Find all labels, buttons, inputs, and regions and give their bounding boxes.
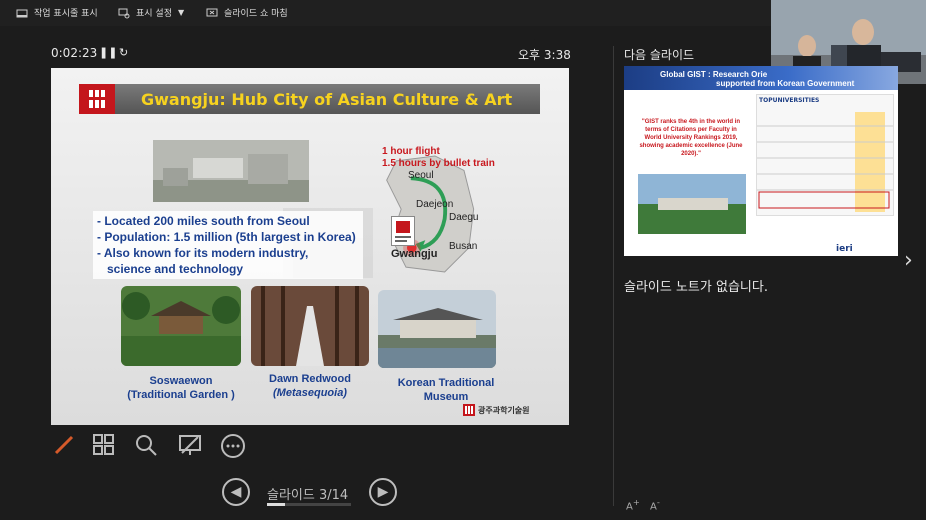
next-slide-campus-photo: [638, 174, 746, 234]
korean-museum-photo: [378, 290, 496, 368]
caption-dawn-redwood: Dawn Redwood (Metasequoia): [251, 372, 369, 400]
current-time: 오후 3:38: [518, 48, 571, 62]
taskbar-icon: [16, 9, 28, 17]
caption-soswaewon: Soswaewon (Traditional Garden ): [121, 374, 241, 402]
map-label-seoul: Seoul: [408, 170, 434, 181]
increase-font-button[interactable]: A+: [626, 497, 640, 512]
map-label-daegu: Daegu: [449, 212, 479, 223]
show-taskbar-label: 작업 표시줄 표시: [34, 9, 98, 19]
restart-timer-icon[interactable]: ↻: [119, 46, 128, 59]
chevron-left-icon: ◀: [230, 484, 242, 500]
pause-timer-icon[interactable]: ❚❚: [99, 46, 117, 59]
chevron-right-icon: ▶: [377, 484, 389, 500]
map-label-daejeon: Daejeon: [416, 199, 454, 210]
next-slide-title-line2: supported from Korean Government: [716, 79, 855, 88]
zoom-icon[interactable]: [134, 433, 160, 459]
current-slide[interactable]: Gwangju: Hub City of Asian Culture & Art…: [51, 68, 569, 425]
show-taskbar-button[interactable]: 작업 표시줄 표시: [16, 6, 98, 19]
map-label-busan: Busan: [449, 241, 478, 252]
pen-tool-icon[interactable]: [52, 433, 78, 459]
more-options-icon[interactable]: [220, 433, 246, 459]
footer-logo-text: 광주과학기술원: [478, 405, 530, 415]
end-slideshow-button[interactable]: 슬라이드 쇼 마침: [206, 6, 288, 19]
caption-soswaewon-desc: (Traditional Garden ): [127, 389, 235, 401]
display-settings-button[interactable]: 표시 설정 ▼: [118, 6, 184, 19]
gist-campus-inset: [391, 216, 415, 246]
caption-museum-name: Korean Traditional Museum: [397, 377, 495, 403]
ieri-logo: ieri: [836, 244, 853, 254]
slide-title: Gwangju: Hub City of Asian Culture & Art: [141, 90, 513, 109]
topuniversities-logo: TOPUNIVERSITIES: [759, 97, 820, 104]
dawn-redwood-photo: [251, 286, 369, 366]
speaker-notes: 슬라이드 노트가 없습니다.: [624, 280, 768, 295]
decrease-font-button[interactable]: A-: [650, 497, 660, 512]
display-settings-label: 표시 설정: [136, 9, 172, 19]
footer-logo: 광주과학기술원: [463, 404, 530, 416]
city-photo: [153, 140, 309, 202]
map-label-gwangju: Gwangju: [391, 248, 438, 260]
next-slide-label: 다음 슬라이드: [624, 48, 695, 62]
next-slide-title: Global GIST : Research Orie supported fr…: [660, 70, 854, 88]
slide-progress-bar: [267, 503, 351, 506]
ranking-table-grid: [757, 112, 893, 212]
footer-logo-icon: [463, 404, 475, 416]
caption-soswaewon-name: Soswaewon: [149, 375, 213, 387]
chevron-down-icon: ▼: [177, 8, 185, 17]
flight-time: 1 hour flight: [382, 146, 440, 157]
bullet-industry: - Also known for its modern industry,: [97, 246, 309, 260]
soswaewon-photo: [121, 286, 241, 366]
train-time: 1.5 hours by bullet train: [382, 158, 495, 169]
next-slide-title-line1: Global GIST : Research Orie: [660, 70, 768, 79]
caption-museum: Korean Traditional Museum: [378, 376, 514, 404]
gist-logo-icon: [79, 84, 115, 114]
bullet-science: science and technology: [107, 262, 244, 276]
pane-divider[interactable]: [613, 46, 614, 506]
bullet-location: - Located 200 miles south from Seoul: [97, 214, 310, 228]
next-slide-preview[interactable]: Global GIST : Research Orie supported fr…: [624, 66, 898, 256]
slide-bullets: - Located 200 miles south from Seoul - P…: [93, 211, 363, 279]
slide-counter: 슬라이드 3/14: [267, 488, 349, 503]
caption-redwood-desc: (Metasequoia): [273, 387, 347, 399]
chevron-right-icon[interactable]: ›: [904, 248, 913, 273]
end-show-label: 슬라이드 쇼 마침: [224, 9, 288, 19]
slide-grid-icon[interactable]: [92, 433, 118, 459]
next-slide-ranking-table: TOPUNIVERSITIES: [756, 94, 894, 216]
next-slide-quote: "GIST ranks the 4th in the world in term…: [639, 119, 743, 157]
end-show-icon: [206, 8, 218, 16]
bullet-population: - Population: 1.5 million (5th largest i…: [97, 230, 356, 244]
black-screen-icon[interactable]: [178, 433, 204, 459]
caption-redwood-name: Dawn Redwood: [269, 373, 351, 385]
elapsed-timer: 0:02:23: [51, 46, 98, 60]
previous-slide-button[interactable]: ◀: [222, 478, 250, 506]
display-settings-icon: [118, 8, 130, 18]
next-slide-button[interactable]: ▶: [369, 478, 397, 506]
slide-progress-fill: [267, 503, 285, 506]
